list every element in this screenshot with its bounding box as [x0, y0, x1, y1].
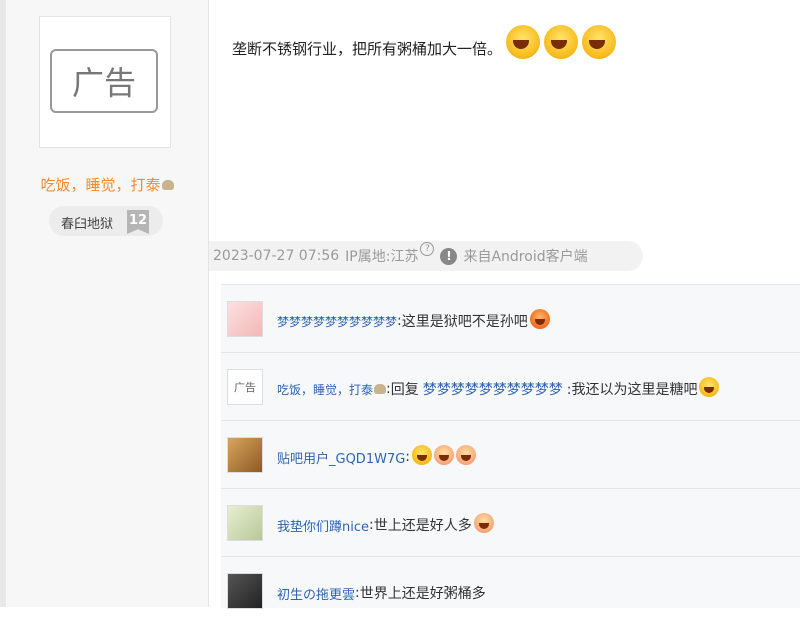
- comment-text: 贴吧用户_GQD1W7G:: [277, 445, 477, 467]
- comment-text: 吃饭，睡觉，打泰: 回复 梦梦梦梦梦梦梦梦梦梦 :我还以为这里是糖吧: [277, 377, 720, 399]
- post-body: 垄断不锈钢行业，把所有粥桶加大一倍。: [232, 25, 617, 65]
- comment-item: 贴吧用户_GQD1W7G:: [221, 421, 800, 489]
- comment-list: 梦梦梦梦梦梦梦梦梦梦: 这里是狱吧不是孙吧 广告 吃饭，睡觉，打泰: 回复 梦梦…: [221, 284, 800, 609]
- level-badge[interactable]: 春臼地狱 12: [49, 206, 163, 236]
- commenter-avatar[interactable]: [227, 437, 263, 473]
- commenter-name[interactable]: 梦梦梦梦梦梦梦梦梦梦: [277, 313, 397, 330]
- ip-location: IP属地:江苏: [345, 249, 419, 265]
- grin-emoji-icon: [582, 25, 617, 59]
- angry-emoji-icon: [529, 309, 550, 329]
- avatar-ad-text: 广告: [50, 49, 158, 113]
- post-timestamp: 2023-07-27 07:56: [213, 248, 340, 264]
- thinking-emoji-icon: [699, 377, 720, 397]
- badge-level-number: 12: [127, 210, 149, 234]
- blush-emoji-icon: [473, 513, 494, 533]
- commenter-name[interactable]: 我垫你们蹲nice: [277, 516, 369, 535]
- commenter-name[interactable]: 吃饭，睡觉，打泰: [277, 381, 373, 398]
- comment-item: 初生の拖更雲: 世界上还是好粥桶多: [221, 557, 800, 625]
- post-text: 垄断不锈钢行业，把所有粥桶加大一倍。: [232, 39, 503, 58]
- commenter-name[interactable]: 初生の拖更雲: [277, 584, 355, 603]
- post-meta-bar: 2023-07-27 07:56 IP属地:江苏 ? ! 来自Android客户…: [209, 241, 643, 271]
- badge-label: 春臼地狱: [61, 217, 114, 232]
- dog-emoji-icon: [374, 384, 387, 394]
- blush-emoji-icon: [456, 445, 477, 465]
- blush-emoji-icon: [434, 445, 455, 465]
- comment-text: 我垫你们蹲nice: 世上还是好人多: [277, 513, 494, 535]
- commenter-avatar[interactable]: [227, 573, 263, 609]
- report-icon[interactable]: !: [440, 247, 458, 265]
- reply-target-user[interactable]: 梦梦梦梦梦梦梦梦梦梦: [423, 379, 563, 399]
- commenter-avatar[interactable]: [227, 505, 263, 541]
- dog-emoji-icon: [161, 180, 174, 190]
- post-source: 来自Android客户端: [463, 249, 588, 265]
- comment-text: 梦梦梦梦梦梦梦梦梦梦: 这里是狱吧不是孙吧: [277, 309, 550, 331]
- help-icon[interactable]: ?: [420, 242, 435, 256]
- grin-emoji-icon: [506, 25, 541, 59]
- commenter-avatar[interactable]: [227, 301, 263, 337]
- comment-item: 我垫你们蹲nice: 世上还是好人多: [221, 489, 800, 557]
- commenter-avatar[interactable]: 广告: [227, 369, 263, 405]
- comment-text: 初生の拖更雲: 世界上还是好粥桶多: [277, 584, 486, 603]
- author-avatar[interactable]: 广告: [39, 16, 171, 148]
- author-username[interactable]: 吃饭，睡觉，打泰: [6, 174, 208, 195]
- commenter-name[interactable]: 贴吧用户_GQD1W7G: [277, 448, 405, 467]
- comment-item: 广告 吃饭，睡觉，打泰: 回复 梦梦梦梦梦梦梦梦梦梦 :我还以为这里是糖吧: [221, 353, 800, 421]
- comment-item: 梦梦梦梦梦梦梦梦梦梦: 这里是狱吧不是孙吧: [221, 285, 800, 353]
- author-sidebar: 广告 吃饭，睡觉，打泰 春臼地狱 12: [6, 0, 209, 607]
- post-content: 垄断不锈钢行业，把所有粥桶加大一倍。 2023-07-27 07:56 IP属地…: [209, 0, 800, 609]
- grin-emoji-icon: [544, 25, 579, 59]
- smile-emoji-icon: [412, 445, 433, 465]
